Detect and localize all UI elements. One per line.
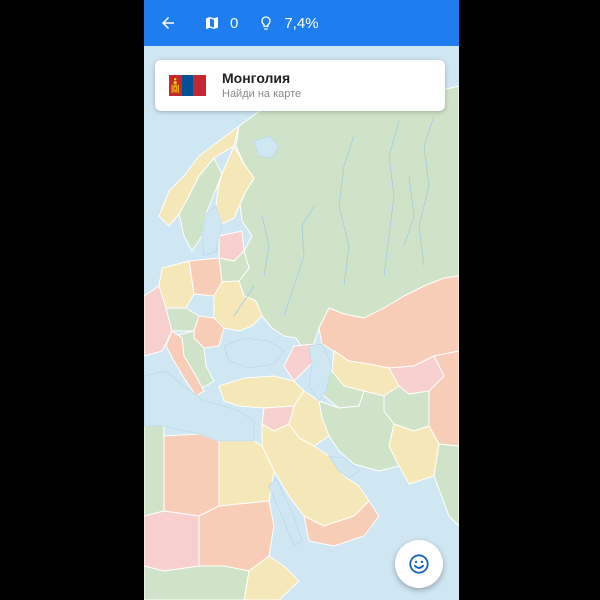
country-name: Монголия [222,69,291,86]
app-screen: 0 7,4% Монголия Найди на карте [144,0,459,600]
top-app-bar: 0 7,4% [144,0,459,46]
map-icon [206,17,218,29]
region-libya[interactable] [163,433,220,517]
region-algeria[interactable] [144,423,165,517]
task-instruction: Найди на карте [222,87,302,100]
hint-percent-value: 7,4% [284,14,319,32]
arrow-left-icon [162,17,174,29]
maps-counter: 0 [204,15,238,32]
region-central-africa[interactable] [144,565,250,600]
lightbulb-icon [261,16,272,30]
back-button[interactable] [146,0,190,46]
smiley-icon [409,554,429,574]
flag-mongolia-icon [169,75,206,96]
task-card: Монголия Найди на карте [155,60,445,111]
hint-counter: 7,4% [258,14,319,32]
region-chad[interactable] [144,510,200,572]
world-map[interactable] [144,46,459,600]
smiley-fab-button[interactable] [395,540,443,588]
maps-count-value: 0 [230,14,239,32]
